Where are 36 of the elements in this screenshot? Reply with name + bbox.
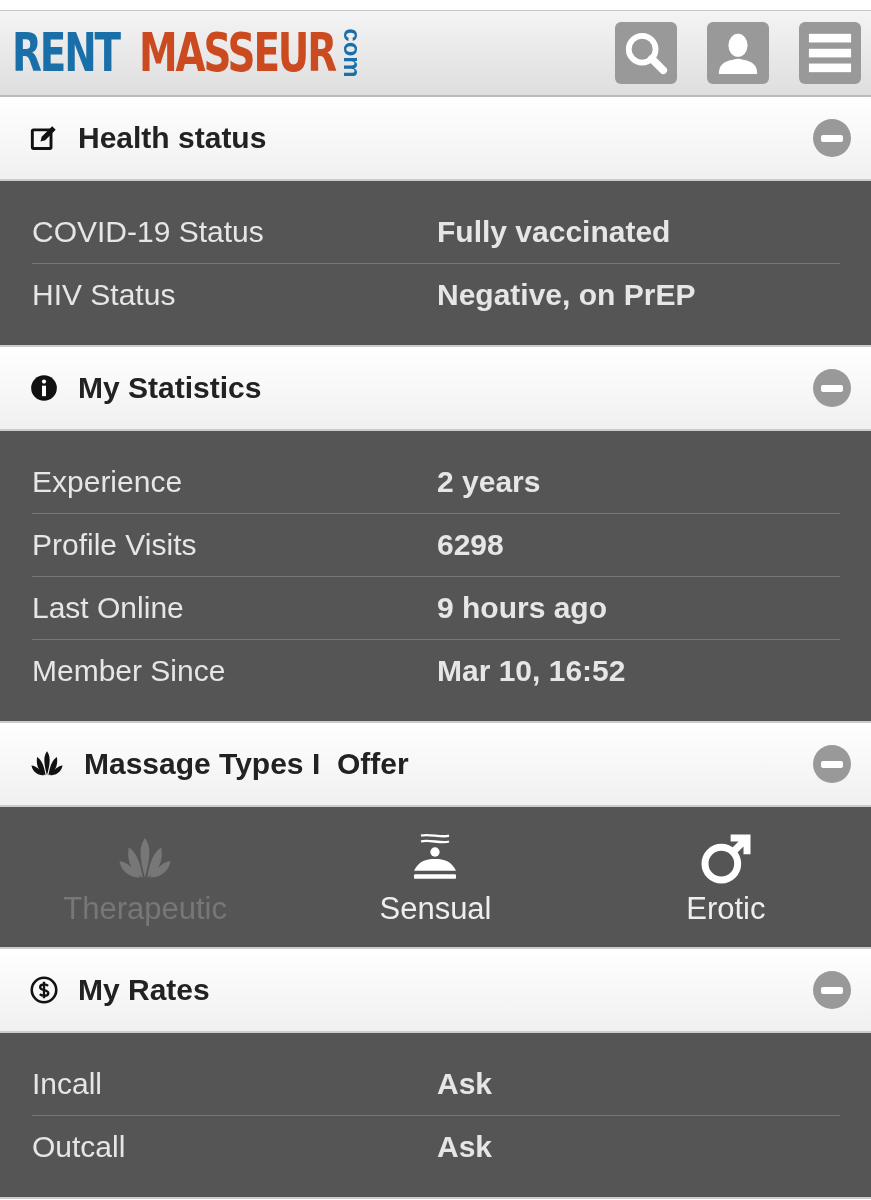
field-value: Fully vaccinated [437, 215, 672, 249]
collapse-button[interactable] [813, 971, 851, 1009]
search-icon [623, 30, 669, 76]
field-value: Ask [437, 1130, 494, 1164]
menu-button[interactable] [799, 22, 861, 84]
edit-icon [30, 124, 58, 152]
collapse-button[interactable] [813, 745, 851, 783]
field-label: Profile Visits [32, 528, 198, 562]
collapse-button[interactable] [813, 369, 851, 407]
field-value: Ask [437, 1067, 494, 1101]
field-label: Incall [32, 1067, 104, 1101]
field-label: HIV Status [32, 278, 177, 312]
field-label: Experience [32, 465, 184, 499]
massage-type-label: Sensual [379, 891, 492, 927]
section-title: Health status [78, 121, 268, 155]
section-title: Massage Types I Offer [84, 747, 410, 781]
field-value: 6298 [437, 528, 505, 562]
field-label: Last Online [32, 591, 185, 625]
logo-suffix: com [339, 28, 364, 78]
field-value: Negative, on PrEP [437, 278, 697, 312]
field-value: Mar 10, 16:52 [437, 654, 627, 688]
collapse-button[interactable] [813, 119, 851, 157]
dollar-icon [30, 976, 58, 1004]
info-icon [30, 374, 58, 402]
field-value: 2 years [437, 465, 542, 499]
section-title: My Statistics [78, 371, 263, 405]
profile-button[interactable] [707, 22, 769, 84]
logo-word: RENT [12, 26, 119, 80]
section-title: My Rates [78, 973, 211, 1007]
logo-word: MASSEUR [138, 26, 335, 80]
field-label: Member Since [32, 654, 227, 688]
field-value: 9 hours ago [437, 591, 609, 625]
field-label: Outcall [32, 1130, 127, 1164]
search-button[interactable] [615, 22, 677, 84]
massage-type-label: Erotic [686, 891, 766, 927]
field-label: COVID-19 Status [32, 215, 265, 249]
